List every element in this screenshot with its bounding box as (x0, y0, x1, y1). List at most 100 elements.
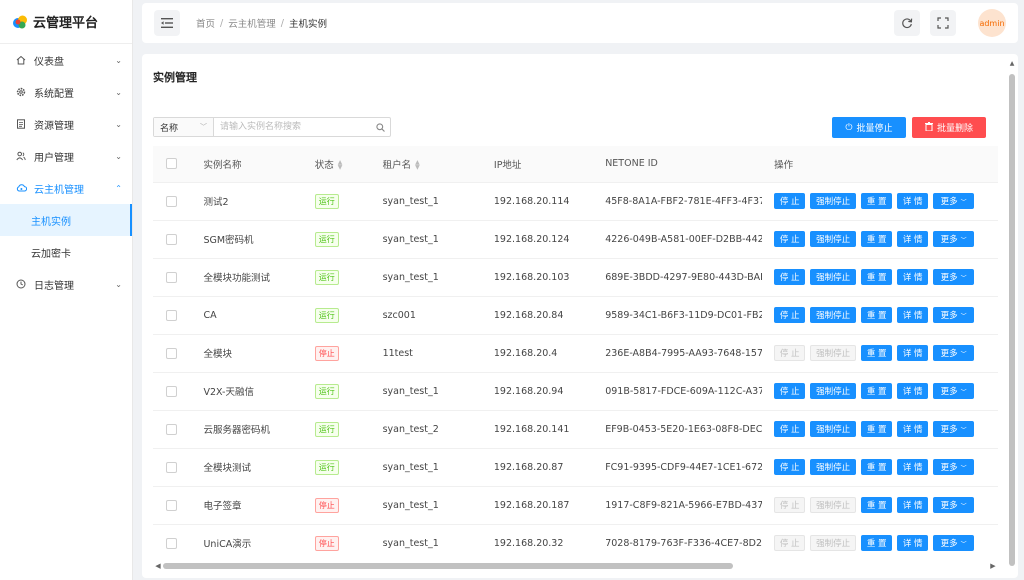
reset-button[interactable]: 重 置 (861, 269, 893, 285)
reset-button[interactable]: 重 置 (861, 345, 893, 361)
cell-ip: 192.168.20.84 (483, 296, 596, 335)
more-button[interactable]: 更多 ﹀ (933, 383, 975, 399)
breadcrumb-vm-management[interactable]: 云主机管理 (228, 16, 276, 30)
column-header-tenant[interactable]: 租户名 ▲ ▼ (372, 146, 484, 183)
stop-button[interactable]: 停 止 (774, 459, 806, 475)
force-stop-button[interactable]: 强制停止 (810, 193, 857, 209)
fullscreen-button[interactable] (930, 10, 956, 36)
detail-button[interactable]: 详 情 (897, 269, 929, 285)
batch-stop-button[interactable]: ⏻ 批量停止 (832, 117, 906, 138)
force-stop-button[interactable]: 强制停止 (810, 231, 857, 247)
row-checkbox[interactable] (166, 309, 177, 321)
sort-icon[interactable]: ▲ ▼ (338, 160, 343, 171)
reset-button[interactable]: 重 置 (861, 193, 893, 209)
header-select-all[interactable] (153, 146, 194, 183)
row-checkbox[interactable] (166, 423, 177, 435)
horizontal-scroll-thumb[interactable] (163, 563, 733, 569)
more-button[interactable]: 更多 ﹀ (933, 459, 975, 475)
row-checkbox[interactable] (166, 233, 177, 245)
reset-button[interactable]: 重 置 (861, 383, 893, 399)
sidebar-item-5[interactable]: 日志管理 ⌄ (0, 268, 132, 300)
detail-button[interactable]: 详 情 (897, 383, 929, 399)
force-stop-button[interactable]: 强制停止 (810, 421, 857, 437)
more-button[interactable]: 更多 ﹀ (933, 345, 975, 361)
more-button[interactable]: 更多 ﹀ (933, 497, 975, 513)
cell-actions: 停 止 强制停止 重 置 详 情 更多 ﹀ (762, 182, 998, 221)
refresh-button[interactable] (894, 10, 920, 36)
detail-button[interactable]: 详 情 (897, 535, 929, 551)
reset-button[interactable]: 重 置 (861, 231, 893, 247)
horizontal-scrollbar[interactable]: ◀ ▶ (153, 561, 998, 571)
force-stop-button[interactable]: 强制停止 (810, 307, 857, 323)
scroll-right-icon[interactable]: ▶ (988, 562, 998, 570)
user-avatar[interactable]: admin (978, 9, 1006, 37)
sidebar-item-2[interactable]: 资源管理 ⌄ (0, 108, 132, 140)
table-row: 测试2 运行 syan_test_1 192.168.20.114 45F8-8… (153, 182, 998, 221)
sidebar-subitem-1[interactable]: 云加密卡 (0, 236, 132, 268)
stop-button[interactable]: 停 止 (774, 307, 806, 323)
stop-button[interactable]: 停 止 (774, 421, 806, 437)
force-stop-button[interactable]: 强制停止 (810, 459, 857, 475)
stop-button[interactable]: 停 止 (774, 345, 806, 361)
row-checkbox[interactable] (166, 461, 177, 473)
sidebar-item-4[interactable]: 云主机管理 ⌃ (0, 172, 132, 204)
force-stop-button[interactable]: 强制停止 (810, 535, 857, 551)
scroll-up-icon[interactable]: ▲ (1008, 60, 1016, 70)
row-checkbox[interactable] (166, 537, 177, 549)
reset-button[interactable]: 重 置 (861, 459, 893, 475)
vertical-scroll-thumb[interactable] (1009, 74, 1015, 566)
cell-tenant: syan_test_2 (372, 410, 484, 449)
detail-button[interactable]: 详 情 (897, 231, 929, 247)
reset-button[interactable]: 重 置 (861, 307, 893, 323)
more-button[interactable]: 更多 ﹀ (933, 535, 975, 551)
sidebar-item-0[interactable]: 仪表盘 ⌄ (0, 44, 132, 76)
horizontal-scroll-track[interactable] (163, 563, 988, 569)
search-field-select[interactable]: 名称 ﹀ (154, 118, 214, 136)
search-icon[interactable] (372, 118, 388, 136)
more-button[interactable]: 更多 ﹀ (933, 193, 975, 209)
stop-button[interactable]: 停 止 (774, 497, 806, 513)
more-button[interactable]: 更多 ﹀ (933, 421, 975, 437)
row-checkbox[interactable] (166, 347, 177, 359)
force-stop-button[interactable]: 强制停止 (810, 497, 857, 513)
select-all-checkbox[interactable] (166, 158, 177, 170)
sidebar-subitem-0[interactable]: 主机实例 (0, 204, 132, 236)
row-checkbox[interactable] (166, 499, 177, 511)
force-stop-button[interactable]: 强制停止 (810, 269, 857, 285)
reset-button[interactable]: 重 置 (861, 497, 893, 513)
table-row: 电子签章 停止 syan_test_1 192.168.20.187 1917-… (153, 486, 998, 525)
row-checkbox[interactable] (166, 195, 177, 207)
batch-delete-button[interactable]: 批量删除 (912, 117, 986, 138)
row-checkbox[interactable] (166, 271, 177, 283)
detail-button[interactable]: 详 情 (897, 345, 929, 361)
stop-button[interactable]: 停 止 (774, 231, 806, 247)
stop-button[interactable]: 停 止 (774, 383, 806, 399)
search-input[interactable] (214, 118, 372, 136)
detail-button[interactable]: 详 情 (897, 459, 929, 475)
detail-button[interactable]: 详 情 (897, 497, 929, 513)
row-checkbox[interactable] (166, 385, 177, 397)
sort-icon[interactable]: ▲ ▼ (415, 160, 420, 171)
menu-fold-icon (161, 18, 173, 28)
stop-button[interactable]: 停 止 (774, 269, 806, 285)
menu-fold-button[interactable] (154, 10, 180, 36)
reset-button[interactable]: 重 置 (861, 421, 893, 437)
more-button[interactable]: 更多 ﹀ (933, 269, 975, 285)
force-stop-button[interactable]: 强制停止 (810, 345, 857, 361)
batch-delete-label: 批量删除 (936, 124, 973, 134)
column-header-status[interactable]: 状态 ▲ ▼ (304, 146, 373, 183)
sidebar-item-3[interactable]: 用户管理 ⌄ (0, 140, 132, 172)
more-button[interactable]: 更多 ﹀ (933, 231, 975, 247)
detail-button[interactable]: 详 情 (897, 307, 929, 323)
detail-button[interactable]: 详 情 (897, 193, 929, 209)
force-stop-button[interactable]: 强制停止 (810, 383, 857, 399)
sidebar-item-1[interactable]: 系统配置 ⌄ (0, 76, 132, 108)
vertical-scrollbar[interactable]: ▲ (1008, 60, 1016, 572)
stop-button[interactable]: 停 止 (774, 535, 806, 551)
reset-button[interactable]: 重 置 (861, 535, 893, 551)
more-button[interactable]: 更多 ﹀ (933, 307, 975, 323)
stop-button[interactable]: 停 止 (774, 193, 806, 209)
scroll-left-icon[interactable]: ◀ (153, 562, 163, 570)
detail-button[interactable]: 详 情 (897, 421, 929, 437)
breadcrumb-home[interactable]: 首页 (196, 16, 215, 30)
